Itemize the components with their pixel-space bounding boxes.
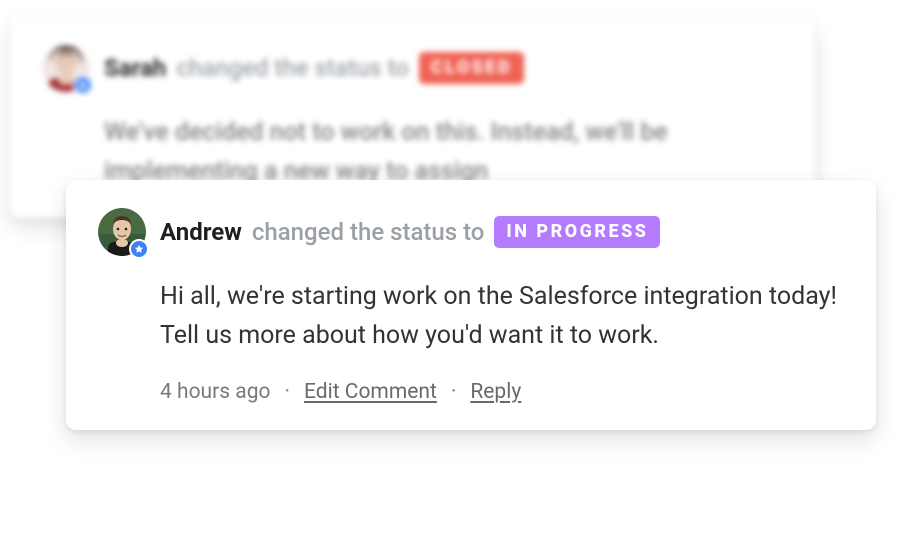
- star-icon: [129, 239, 149, 259]
- comment-header: Sarah changed the status to CLOSED: [42, 44, 783, 92]
- status-line: Andrew changed the status to IN PROGRESS: [160, 216, 660, 247]
- edit-comment-link[interactable]: Edit Comment: [304, 380, 437, 404]
- status-action-text: changed the status to: [252, 218, 485, 247]
- status-action-text: changed the status to: [176, 54, 409, 83]
- author-name: Sarah: [104, 54, 166, 83]
- separator: ·: [451, 380, 457, 404]
- star-icon: [73, 75, 93, 95]
- avatar: [42, 44, 90, 92]
- status-badge: IN PROGRESS: [494, 216, 660, 247]
- separator: ·: [285, 380, 291, 404]
- comment-body: Hi all, we're starting work on the Sales…: [160, 278, 844, 356]
- status-comment-card: Andrew changed the status to IN PROGRESS…: [66, 180, 876, 430]
- comment-header: Andrew changed the status to IN PROGRESS: [98, 208, 844, 256]
- avatar: [98, 208, 146, 256]
- timestamp: 4 hours ago: [160, 380, 271, 404]
- reply-link[interactable]: Reply: [470, 380, 521, 404]
- status-line: Sarah changed the status to CLOSED: [104, 52, 524, 83]
- status-badge: CLOSED: [419, 52, 524, 83]
- author-name: Andrew: [160, 218, 242, 247]
- comment-meta: 4 hours ago · Edit Comment · Reply: [160, 380, 844, 404]
